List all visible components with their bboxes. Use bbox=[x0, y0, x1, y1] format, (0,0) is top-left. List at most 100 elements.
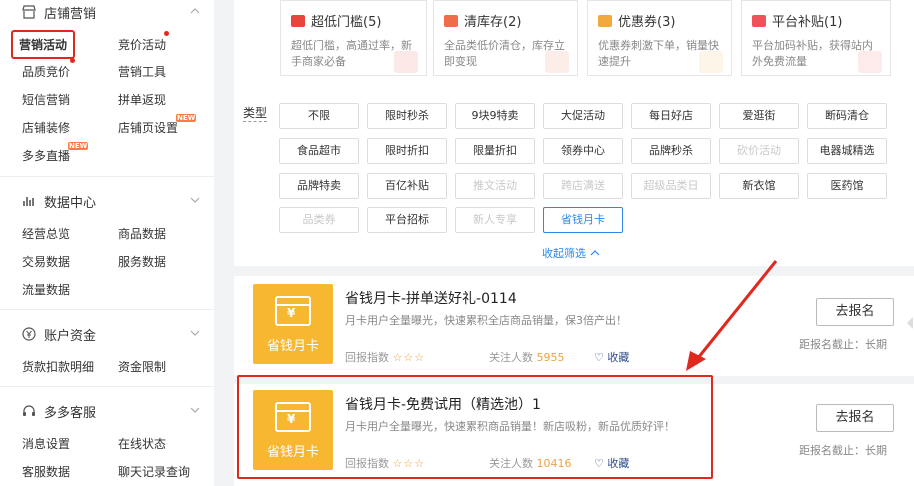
chevron-down-icon[interactable] bbox=[188, 193, 202, 207]
filter-tag[interactable]: 新人专享 bbox=[455, 207, 535, 233]
register-button[interactable]: 去报名 bbox=[816, 404, 894, 432]
section-header-customer-service[interactable]: 多多客服 bbox=[22, 399, 202, 423]
scroll-handle-icon[interactable] bbox=[906, 316, 914, 330]
followers-count: 5955 bbox=[536, 351, 565, 364]
sidebar-item-live-stream[interactable]: 多多直播 bbox=[22, 147, 70, 164]
sidebar-item-shop-page-settings[interactable]: 店铺页设置 bbox=[118, 119, 178, 136]
filter-tag[interactable]: 每日好店 bbox=[631, 103, 711, 129]
new-badge: NEW bbox=[176, 114, 197, 122]
section-title: 账户资金 bbox=[44, 328, 97, 344]
sidebar-item-quality-bid[interactable]: 品质竞价 bbox=[22, 63, 70, 80]
filter-tag[interactable]: 爱逛街 bbox=[719, 103, 799, 129]
divider bbox=[0, 386, 214, 387]
activity-title[interactable]: 省钱月卡-拼单送好礼-0114 bbox=[345, 288, 517, 308]
register-button[interactable]: 去报名 bbox=[816, 298, 894, 326]
card-icon: ¥ bbox=[275, 296, 311, 326]
sidebar-item-bid-activity[interactable]: 竞价活动 bbox=[118, 36, 166, 53]
filter-tag[interactable]: 新衣馆 bbox=[719, 173, 799, 199]
section-title: 多多客服 bbox=[44, 405, 97, 421]
filter-tag[interactable]: 超级品类日 bbox=[631, 173, 711, 199]
sidebar-item-business-overview[interactable]: 经营总览 bbox=[22, 225, 70, 242]
return-index-label: 回报指数 bbox=[345, 351, 389, 364]
filter-tag[interactable]: 平台招标 bbox=[367, 207, 447, 233]
section-header-data-center[interactable]: 数据中心 bbox=[22, 189, 202, 213]
activity-image-label: 省钱月卡 bbox=[266, 339, 319, 354]
section-title: 店铺营销 bbox=[44, 6, 97, 22]
sidebar-item-shop-decoration[interactable]: 店铺装修 bbox=[22, 119, 70, 136]
sidebar-item-sms-marketing[interactable]: 短信营销 bbox=[22, 91, 70, 108]
filter-tag[interactable]: 食品超市 bbox=[279, 138, 359, 164]
filter-label: 类型 bbox=[243, 106, 268, 122]
filter-tag[interactable]: 省钱月卡 bbox=[543, 207, 623, 233]
filter-tag[interactable]: 电器城精选 bbox=[807, 138, 887, 164]
filter-tag[interactable]: 断码清仓 bbox=[807, 103, 887, 129]
filter-tag[interactable]: 限时折扣 bbox=[367, 138, 447, 164]
section-title: 数据中心 bbox=[44, 195, 97, 211]
filter-tag[interactable]: 限量折扣 bbox=[455, 138, 535, 164]
sidebar-item-traffic-data[interactable]: 流量数据 bbox=[22, 281, 70, 298]
sidebar-item-marketing-activity[interactable]: 营销活动 bbox=[11, 30, 76, 59]
filter-tag[interactable]: 领券中心 bbox=[543, 138, 623, 164]
sidebar-item-product-data[interactable]: 商品数据 bbox=[118, 225, 166, 242]
sidebar-item-message-settings[interactable]: 消息设置 bbox=[22, 435, 70, 452]
sidebar-item-cashback[interactable]: 拼单返现 bbox=[118, 91, 166, 108]
bar-chart-icon bbox=[23, 197, 34, 206]
type-card-coupon[interactable]: 优惠券(3) 优惠券刺激下单，销量快速提升 bbox=[587, 0, 732, 76]
rating-stars: ☆☆☆ bbox=[392, 351, 426, 364]
chevron-up-icon[interactable] bbox=[188, 4, 202, 18]
type-card-title: 平台补贴(1) bbox=[772, 15, 843, 30]
filter-tag[interactable]: 品牌特卖 bbox=[279, 173, 359, 199]
decorative-icon bbox=[858, 51, 882, 73]
divider bbox=[0, 176, 214, 177]
type-card-title: 优惠券(3) bbox=[618, 15, 676, 30]
type-card-low-threshold[interactable]: 超低门槛(5) 超低门槛，高通过率，新手商家必备 bbox=[280, 0, 427, 76]
notification-dot bbox=[164, 31, 169, 36]
type-card-clearance[interactable]: 清库存(2) 全品类低价清仓，库存立即变现 bbox=[433, 0, 578, 76]
favorite-link[interactable]: ♡ 收藏 bbox=[594, 349, 629, 365]
collapse-filter-label: 收起筛选 bbox=[542, 247, 586, 260]
sidebar: 店铺营销 营销活动 竞价活动 品质竞价 营销工具 短信营销 拼单返现 店铺装修 … bbox=[0, 0, 214, 486]
filter-tag[interactable]: 医药馆 bbox=[807, 173, 887, 199]
activity-image[interactable]: ¥ 省钱月卡 bbox=[253, 284, 333, 364]
filter-tag[interactable]: 限时秒杀 bbox=[367, 103, 447, 129]
section-header-shop-marketing[interactable]: 店铺营销 bbox=[22, 0, 202, 24]
sidebar-item-chat-history[interactable]: 聊天记录查询 bbox=[118, 463, 190, 480]
deadline: 距报名截止：长期 bbox=[799, 338, 887, 351]
filter-tag[interactable]: 9块9特卖 bbox=[455, 103, 535, 129]
filter-tag[interactable]: 百亿补贴 bbox=[367, 173, 447, 199]
sidebar-item-marketing-tools[interactable]: 营销工具 bbox=[118, 63, 166, 80]
new-badge: NEW bbox=[68, 142, 89, 150]
followers: 关注人数 5955 bbox=[489, 349, 565, 365]
sidebar-item-service-data[interactable]: 服务数据 bbox=[118, 253, 166, 270]
filter-tag[interactable]: 品类券 bbox=[279, 207, 359, 233]
sidebar-item-cs-data[interactable]: 客服数据 bbox=[22, 463, 70, 480]
gift-icon bbox=[291, 14, 305, 27]
headset-icon bbox=[23, 405, 35, 416]
yen-coin-icon bbox=[22, 327, 36, 341]
coupon-icon bbox=[598, 14, 612, 27]
subsidy-icon bbox=[752, 14, 766, 27]
filter-tag[interactable]: 大促活动 bbox=[543, 103, 623, 129]
filter-tag[interactable]: 砍价活动 bbox=[719, 138, 799, 164]
type-card-title: 超低门槛(5) bbox=[311, 15, 382, 30]
type-card-platform-subsidy[interactable]: 平台补贴(1) 平台加码补贴，获得站内外免费流量 bbox=[741, 0, 891, 76]
sidebar-item-fund-limits[interactable]: 资金限制 bbox=[118, 358, 166, 375]
section-header-account-funds[interactable]: 账户资金 bbox=[22, 322, 202, 346]
deadline: 距报名截止：长期 bbox=[799, 444, 887, 457]
followers-label: 关注人数 bbox=[489, 351, 533, 364]
activity-card: ¥ 省钱月卡 省钱月卡-拼单送好礼-0114 月卡用户全量曝光，快速累积全店商品… bbox=[234, 278, 914, 376]
chevron-down-icon[interactable] bbox=[188, 326, 202, 340]
decorative-icon bbox=[545, 51, 569, 73]
highlight-box bbox=[237, 375, 713, 479]
sidebar-item-payment-deduction[interactable]: 货款扣款明细 bbox=[22, 358, 94, 375]
annotation-arrow bbox=[686, 260, 778, 371]
filter-tag[interactable]: 跨店满送 bbox=[543, 173, 623, 199]
chevron-down-icon[interactable] bbox=[188, 403, 202, 417]
filter-tag[interactable]: 品牌秒杀 bbox=[631, 138, 711, 164]
sidebar-item-trade-data[interactable]: 交易数据 bbox=[22, 253, 70, 270]
filter-tag[interactable]: 不限 bbox=[279, 103, 359, 129]
filter-tag[interactable]: 推文活动 bbox=[455, 173, 535, 199]
sidebar-item-online-status[interactable]: 在线状态 bbox=[118, 435, 166, 452]
collapse-filter-link[interactable]: 收起筛选 bbox=[542, 245, 600, 261]
favorite-label: 收藏 bbox=[607, 351, 630, 364]
